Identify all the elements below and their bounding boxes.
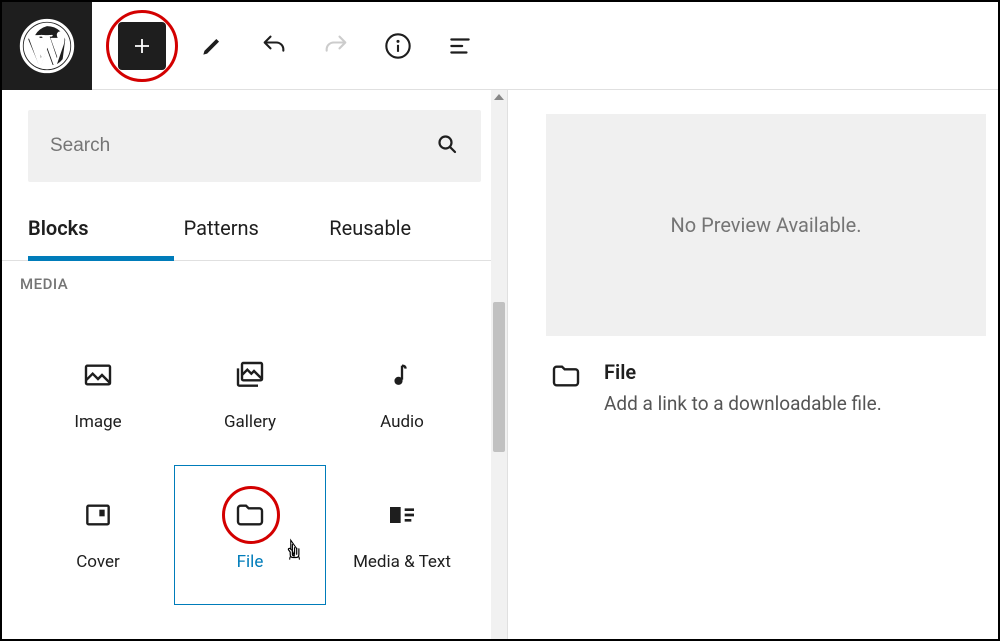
main-area: Blocks Patterns Reusable MEDIA Image Gal… [2, 90, 998, 639]
tab-blocks[interactable]: Blocks [28, 198, 174, 261]
scroll-up-icon[interactable] [494, 94, 504, 100]
redo-icon[interactable] [320, 30, 352, 62]
edit-icon[interactable] [196, 30, 228, 62]
block-label: Audio [380, 412, 424, 432]
preview-description: Add a link to a downloadable file. [604, 392, 882, 415]
block-label: Gallery [224, 412, 276, 432]
block-label: Media & Text [353, 552, 451, 572]
file-icon [233, 498, 267, 532]
info-icon[interactable] [382, 30, 414, 62]
scroll-thumb[interactable] [493, 302, 505, 452]
block-gallery[interactable]: Gallery [174, 325, 326, 465]
preview-placeholder: No Preview Available. [546, 114, 986, 336]
block-inserter-panel: Blocks Patterns Reusable MEDIA Image Gal… [2, 90, 508, 639]
section-label-media: MEDIA [2, 261, 507, 293]
block-label: File [237, 552, 264, 572]
editor-toolbar [2, 2, 998, 90]
block-preview-panel: No Preview Available. File Add a link to… [508, 90, 998, 639]
scrollbar[interactable] [491, 90, 507, 639]
cursor-icon [283, 538, 305, 568]
search-input[interactable] [50, 135, 459, 157]
block-cover[interactable]: Cover [22, 465, 174, 605]
tab-patterns[interactable]: Patterns [174, 198, 320, 260]
block-file[interactable]: File [174, 465, 326, 605]
gallery-icon [233, 358, 267, 392]
image-icon [81, 358, 115, 392]
wordpress-logo[interactable] [2, 2, 92, 90]
block-image[interactable]: Image [22, 325, 174, 465]
block-media-text[interactable]: Media & Text [326, 465, 478, 605]
block-audio[interactable]: Audio [326, 325, 478, 465]
media-text-icon [385, 498, 419, 532]
block-label: Cover [76, 552, 120, 572]
tab-reusable[interactable]: Reusable [319, 198, 465, 260]
search-icon [435, 132, 459, 161]
block-grid: Image Gallery Audio Cover [2, 293, 507, 605]
search-input-wrap[interactable] [28, 110, 481, 182]
file-icon [550, 360, 582, 396]
inserter-tabs: Blocks Patterns Reusable [2, 198, 491, 261]
add-block-button[interactable] [118, 22, 166, 70]
undo-icon[interactable] [258, 30, 290, 62]
audio-icon [385, 358, 419, 392]
block-label: Image [74, 412, 121, 432]
cover-icon [81, 498, 115, 532]
toolbar-buttons [92, 22, 476, 70]
preview-info: File Add a link to a downloadable file. [546, 336, 986, 415]
preview-title: File [604, 360, 882, 384]
outline-icon[interactable] [444, 30, 476, 62]
